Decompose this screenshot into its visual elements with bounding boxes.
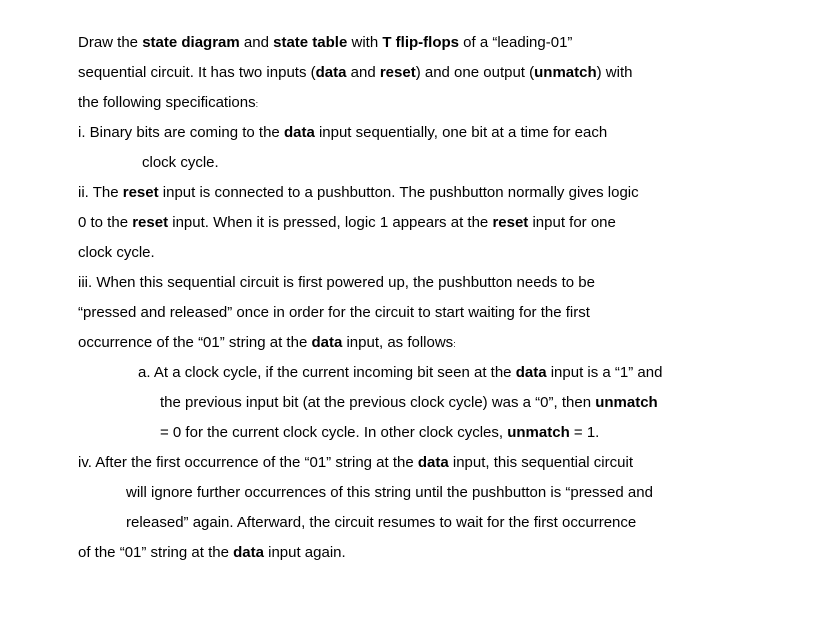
spec-iv-line4: of the “01” string at the data input aga… [78,538,789,568]
text: a. At a clock cycle, if the current inco… [138,364,516,381]
bold-data: data [316,64,347,81]
colon-icon: : [256,99,259,109]
text: input is connected to a pushbutton. The … [159,184,639,201]
bold-data: data [284,124,315,141]
spec-iii-line3: occurrence of the “01” string at the dat… [78,328,789,358]
bold-data: data [516,364,547,381]
text: iv. After the first occurrence of the “0… [78,454,418,471]
text: of a “leading-01” [459,34,572,51]
text: with [347,34,382,51]
text: Draw the [78,34,142,51]
spec-iii-a-line3: = 0 for the current clock cycle. In othe… [78,418,789,448]
colon-icon: : [453,339,456,349]
text: “pressed and released” once in order for… [78,304,590,321]
text: input again. [264,544,346,561]
bold-unmatch: unmatch [507,424,570,441]
text: input for one [528,214,616,231]
text: and [240,34,273,51]
text: input sequentially, one bit at a time fo… [315,124,607,141]
text: released” again. Afterward, the circuit … [126,514,636,531]
text: = 0 for the current clock cycle. In othe… [160,424,507,441]
document-body: Draw the state diagram and state table w… [78,28,789,568]
bold-data: data [311,334,342,351]
bold-unmatch: unmatch [595,394,658,411]
spec-ii-line2: 0 to the reset input. When it is pressed… [78,208,789,238]
text: 0 to the [78,214,132,231]
paragraph-intro-line1: Draw the state diagram and state table w… [78,28,789,58]
text: clock cycle. [78,244,155,261]
bold-t-flip-flops: T flip-flops [382,34,459,51]
text: ) and one output ( [416,64,534,81]
text: ) with [597,64,633,81]
text: and [346,64,379,81]
spec-iii-a-line1: a. At a clock cycle, if the current inco… [78,358,789,388]
paragraph-intro-line2: sequential circuit. It has two inputs (d… [78,58,789,88]
bold-state-diagram: state diagram [142,34,240,51]
bold-reset: reset [123,184,159,201]
spec-i-line1: i. Binary bits are coming to the data in… [78,118,789,148]
text: of the “01” string at the [78,544,233,561]
text: input. When it is pressed, logic 1 appea… [168,214,492,231]
spec-iv-line2: will ignore further occurrences of this … [78,478,789,508]
bold-reset: reset [492,214,528,231]
spec-ii-line1: ii. The reset input is connected to a pu… [78,178,789,208]
spec-iii-a-line2: the previous input bit (at the previous … [78,388,789,418]
bold-unmatch: unmatch [534,64,597,81]
text: the previous input bit (at the previous … [160,394,595,411]
spec-iv-line1: iv. After the first occurrence of the “0… [78,448,789,478]
text: clock cycle. [142,154,219,171]
text: input, this sequential circuit [449,454,633,471]
text: the following specifications [78,94,256,111]
paragraph-intro-line3: the following specifications: [78,88,789,118]
text: occurrence of the “01” string at the [78,334,311,351]
text: will ignore further occurrences of this … [126,484,653,501]
bold-data: data [233,544,264,561]
text: ii. The [78,184,123,201]
text: iii. When this sequential circuit is fir… [78,274,595,291]
spec-iv-line3: released” again. Afterward, the circuit … [78,508,789,538]
bold-reset: reset [380,64,416,81]
spec-i-line2: clock cycle. [78,148,789,178]
text: sequential circuit. It has two inputs ( [78,64,316,81]
spec-ii-line3: clock cycle. [78,238,789,268]
bold-state-table: state table [273,34,347,51]
text: i. Binary bits are coming to the [78,124,284,141]
bold-data: data [418,454,449,471]
text: = 1. [570,424,600,441]
spec-iii-line1: iii. When this sequential circuit is fir… [78,268,789,298]
text: input, as follows [342,334,453,351]
text: input is a “1” and [547,364,663,381]
bold-reset: reset [132,214,168,231]
spec-iii-line2: “pressed and released” once in order for… [78,298,789,328]
